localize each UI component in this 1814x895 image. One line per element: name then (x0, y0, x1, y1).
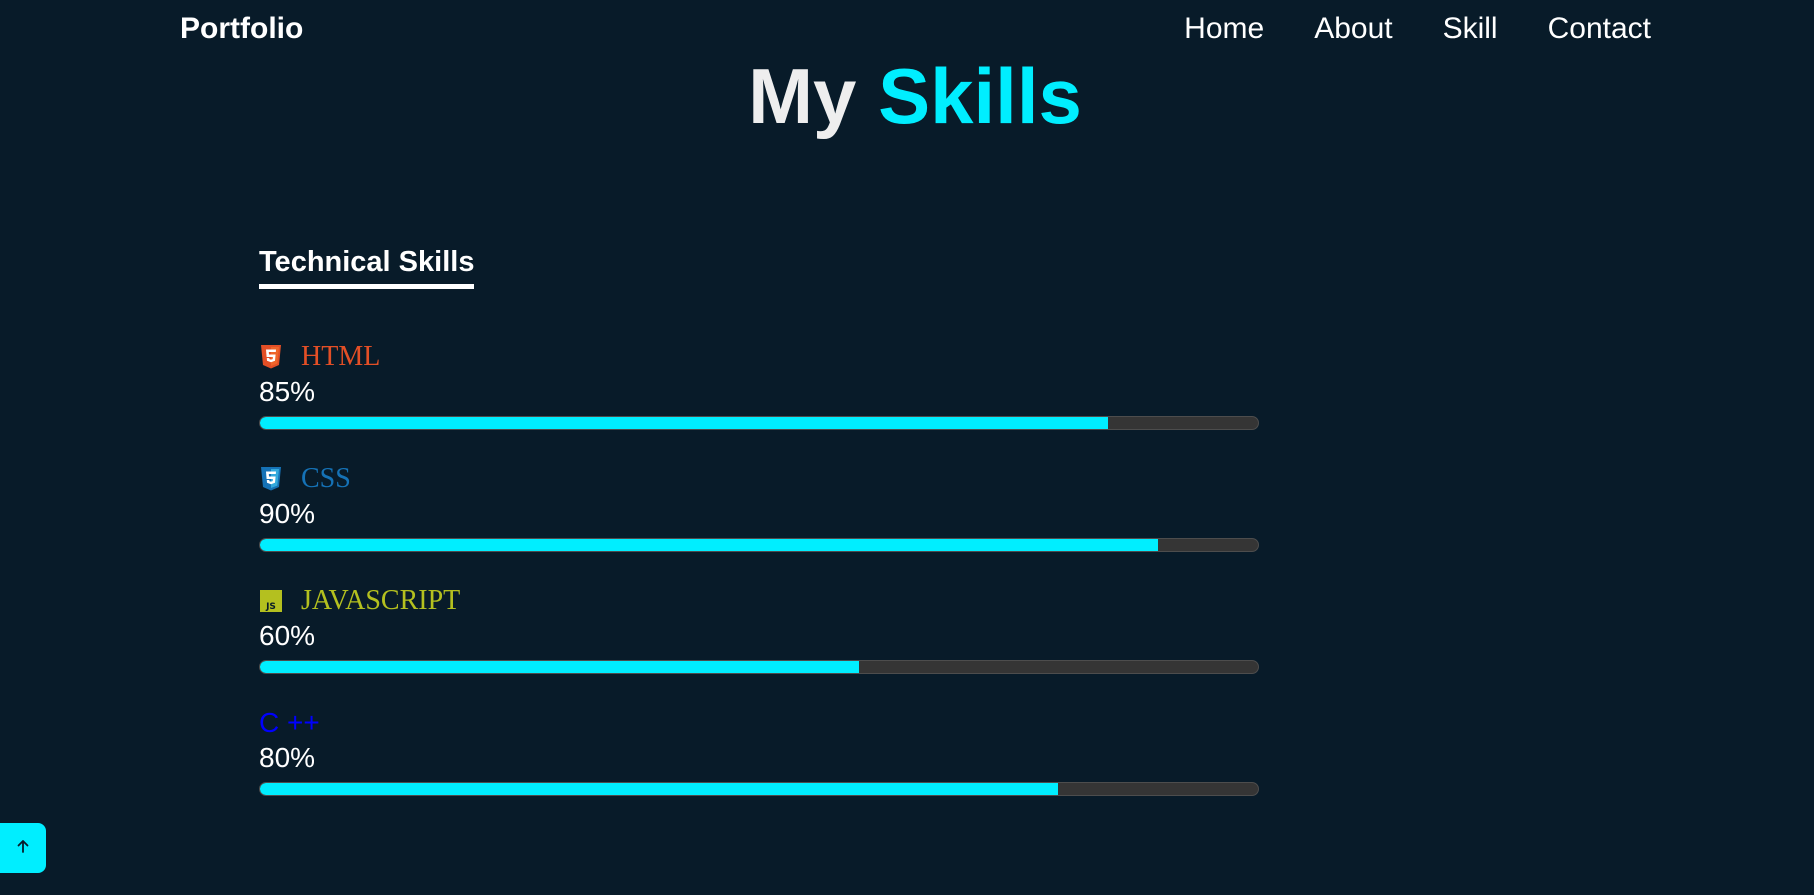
skill-label: JAVASCRIPT (301, 585, 461, 616)
skill-name-row: C ++ (259, 706, 320, 740)
javascript-icon: JS (259, 588, 283, 614)
skill-name-row: HTML (259, 340, 380, 374)
page-title-word-skills: Skills (878, 52, 1082, 140)
progress-bar (259, 782, 1259, 796)
nav-link-home[interactable]: Home (1184, 10, 1264, 48)
css3-icon (259, 466, 283, 492)
progress-fill (260, 661, 859, 673)
skill-percent: 60% (259, 620, 316, 651)
page-title-word-my: My (748, 52, 857, 140)
html5-icon (259, 344, 283, 370)
skill-item-javascript: JS JAVASCRIPT 60% (259, 584, 1259, 694)
arrow-up-icon (15, 838, 31, 859)
nav-link-skill[interactable]: Skill (1443, 10, 1498, 48)
skill-label: CSS (301, 463, 351, 494)
skill-percent: 85% (259, 376, 316, 407)
svg-text:JS: JS (265, 602, 276, 612)
skill-percent: 90% (259, 498, 316, 529)
skill-item-html: HTML 85% (259, 340, 1259, 450)
progress-bar (259, 660, 1259, 674)
nav-links: Home About Skill Contact (1184, 10, 1651, 48)
skill-item-cpp: C ++ 80% (259, 706, 1259, 816)
progress-fill (260, 783, 1059, 795)
progress-fill (260, 417, 1109, 429)
scroll-to-top-button[interactable] (0, 823, 46, 873)
nav-link-about[interactable]: About (1314, 10, 1392, 48)
page-title: My Skills (0, 50, 1814, 142)
skill-label: C ++ (259, 707, 320, 738)
progress-bar (259, 538, 1259, 552)
skill-item-css: CSS 90% (259, 462, 1259, 572)
skill-name-row: JS JAVASCRIPT (259, 584, 460, 618)
logo[interactable]: Portfolio (180, 10, 303, 48)
nav-link-contact[interactable]: Contact (1548, 10, 1651, 48)
progress-fill (260, 539, 1159, 551)
skill-name-row: CSS (259, 462, 351, 496)
section-title: Technical Skills (259, 244, 475, 289)
progress-bar (259, 416, 1259, 430)
skill-label: HTML (301, 341, 381, 372)
skill-percent: 80% (259, 742, 316, 773)
